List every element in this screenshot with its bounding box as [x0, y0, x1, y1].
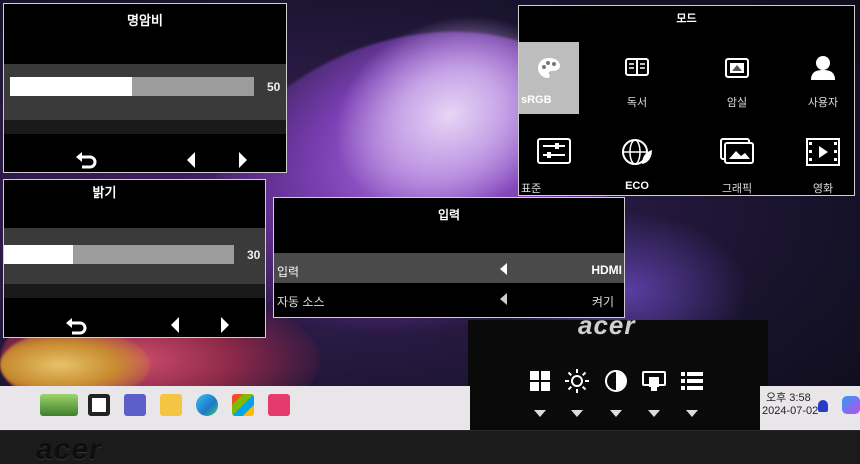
left-arrow-icon[interactable]	[186, 152, 196, 168]
taskbar	[0, 386, 470, 430]
app-icon[interactable]	[268, 394, 290, 416]
copilot-icon[interactable]	[842, 396, 860, 414]
input-icon[interactable]	[642, 369, 666, 393]
mode-label: 사용자	[807, 97, 839, 109]
user-icon	[811, 56, 835, 80]
brightness-panel: 밝기 30	[3, 179, 266, 338]
hotkey-arrow-icon	[534, 410, 546, 417]
back-icon[interactable]	[64, 316, 88, 338]
mode-eco[interactable]: ECO	[595, 124, 679, 196]
left-arrow-icon[interactable]	[170, 317, 180, 333]
menu-list-icon[interactable]	[680, 369, 704, 393]
book-icon	[625, 58, 649, 76]
mode-label: 그래픽	[721, 183, 753, 195]
left-arrow-icon[interactable]	[500, 293, 507, 305]
bezel-logo: acer	[36, 433, 102, 464]
mode-dark-room[interactable]: 암실	[695, 42, 779, 114]
row-label: 자동 소스	[277, 295, 325, 309]
hotkey-arrow-icon	[648, 410, 660, 417]
mode-label: sRGB	[521, 94, 552, 106]
mode-label: 암실	[726, 97, 748, 109]
mode-label: 표준	[521, 183, 542, 195]
system-tray: 오후 3:58 2024-07-02	[760, 386, 860, 430]
mode-graphics[interactable]: 그래픽	[695, 124, 779, 196]
hotkey-arrow-icon	[610, 410, 622, 417]
hotkey-arrow-icon	[571, 410, 583, 417]
edge-icon[interactable]	[196, 394, 218, 416]
weather-widget-icon[interactable]	[40, 394, 78, 416]
grid-icon[interactable]	[528, 369, 552, 393]
mode-srgb[interactable]: sRGB	[519, 42, 579, 114]
file-explorer-icon[interactable]	[160, 394, 182, 416]
mode-user[interactable]: 사용자	[791, 42, 855, 114]
back-icon[interactable]	[74, 150, 98, 172]
divider	[4, 120, 286, 134]
mode-movie[interactable]: 영화	[791, 124, 855, 196]
input-row-highlight	[274, 253, 624, 283]
slider-fill	[4, 245, 73, 264]
movie-icon	[806, 138, 840, 166]
left-arrow-icon[interactable]	[500, 263, 507, 275]
dark-room-icon	[725, 58, 749, 78]
clock-date[interactable]: 2024-07-02	[762, 405, 818, 417]
mode-label: ECO	[625, 180, 649, 192]
graphics-icon	[720, 138, 754, 164]
input-panel: 입력 입력 HDMI 자동 소스 켜기	[273, 197, 625, 318]
row-label: 입력	[277, 265, 300, 279]
row-value: 켜기	[591, 295, 614, 309]
panel-title: 명암비	[127, 13, 163, 28]
mode-label: 영화	[812, 183, 834, 195]
brightness-icon[interactable]	[565, 369, 589, 393]
brightness-slider[interactable]	[4, 245, 234, 264]
slider-fill	[10, 77, 132, 96]
hotkey-arrow-icon	[686, 410, 698, 417]
bell-icon[interactable]	[818, 400, 828, 412]
mode-label: 독서	[626, 97, 648, 109]
teams-icon[interactable]	[124, 394, 146, 416]
slider-value: 30	[247, 248, 261, 262]
mode-reading[interactable]: 독서	[595, 42, 679, 114]
mode-standard[interactable]: 표준	[519, 124, 579, 196]
right-arrow-icon[interactable]	[238, 152, 248, 168]
panel-title: 밝기	[92, 185, 117, 200]
monitor-bezel: acer	[0, 430, 860, 464]
right-arrow-icon[interactable]	[220, 317, 230, 333]
panel-title: 모드	[676, 13, 697, 25]
sliders-icon	[537, 138, 571, 164]
palette-icon	[538, 58, 560, 78]
contrast-icon[interactable]	[604, 369, 628, 393]
panel-title: 입력	[437, 208, 461, 222]
slider-value: 50	[267, 80, 281, 94]
eco-globe-icon	[622, 139, 652, 165]
store-icon[interactable]	[232, 394, 254, 416]
contrast-slider[interactable]	[10, 77, 254, 96]
row-value: HDMI	[591, 263, 622, 277]
contrast-panel: 명암비 50	[3, 3, 287, 173]
clock-time[interactable]: 오후 3:58	[766, 391, 811, 405]
divider	[4, 284, 265, 298]
mode-panel: 모드 sRGB 독서 암실 사용자 표준 ECO 그래픽 영화	[518, 5, 855, 196]
start-icon[interactable]	[88, 394, 110, 416]
